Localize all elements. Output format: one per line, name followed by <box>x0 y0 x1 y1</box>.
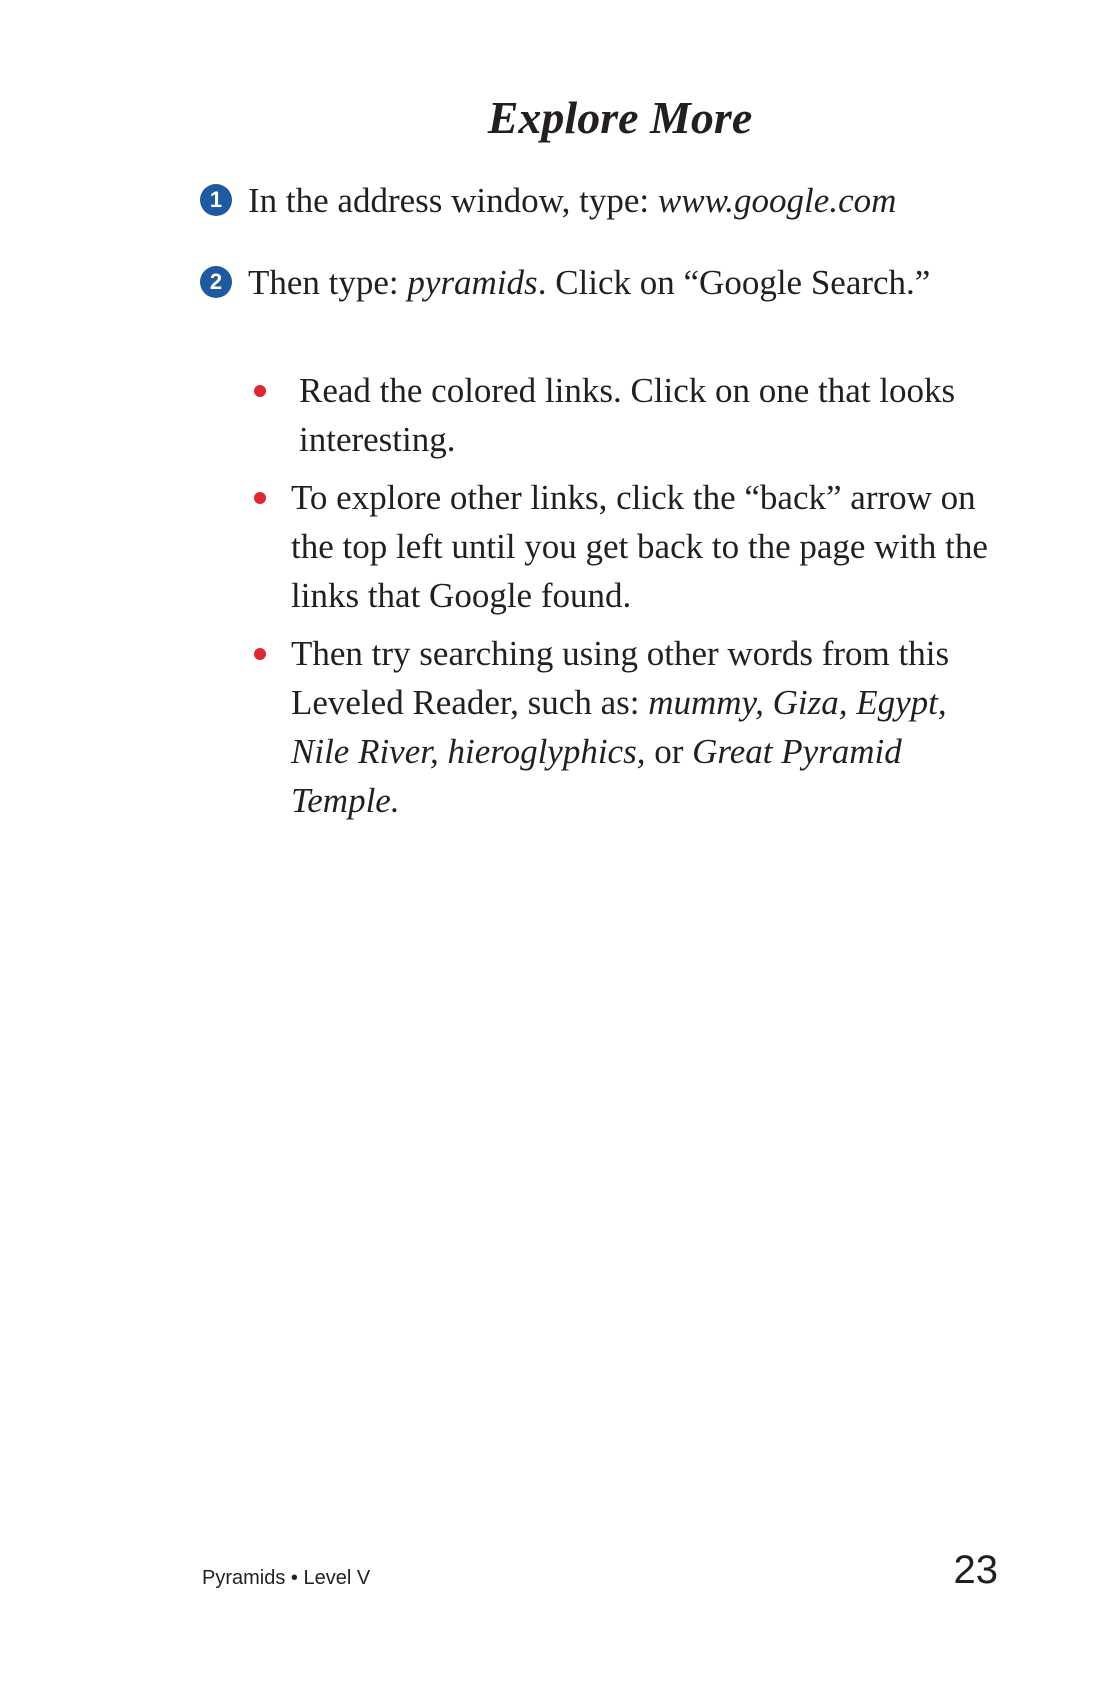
page-title: Explore More <box>487 92 753 143</box>
list-item: Then try searching using other words fro… <box>250 629 1010 825</box>
step-number-badge-1: 1 <box>200 184 232 216</box>
step-1: 1 In the address window, type: www.googl… <box>200 176 1000 225</box>
page-number: 23 <box>953 1548 999 1592</box>
step-2-search-term: pyramids <box>407 263 538 302</box>
tips-list: Read the colored links. Click on one tha… <box>250 366 1010 834</box>
list-item: To explore other links, click the “back”… <box>250 473 1010 620</box>
bullet-dot-icon <box>254 648 266 660</box>
step-2-text: Then type: pyramids. Click on “Google Se… <box>248 258 1000 307</box>
step-1-text-plain: In the address window, type: <box>248 181 658 220</box>
list-item-text-middle: or <box>645 732 693 771</box>
step-number-badge-2: 2 <box>200 266 232 298</box>
bullet-dot-icon <box>254 385 266 397</box>
step-1-text: In the address window, type: www.google.… <box>248 176 1000 225</box>
step-1-url: www.google.com <box>657 181 897 220</box>
footer-book-label: Pyramids • Level V <box>202 1567 371 1589</box>
step-2-text-before: Then type: <box>248 263 408 302</box>
step-2-text-after: . Click on “Google Search.” <box>537 263 931 302</box>
list-item: Read the colored links. Click on one tha… <box>250 366 1010 464</box>
bullet-dot-icon <box>254 492 266 504</box>
list-item-text: Read the colored links. Click on one tha… <box>299 371 956 459</box>
step-2: 2 Then type: pyramids. Click on “Google … <box>200 258 1000 307</box>
list-item-text: To explore other links, click the “back”… <box>291 478 988 615</box>
